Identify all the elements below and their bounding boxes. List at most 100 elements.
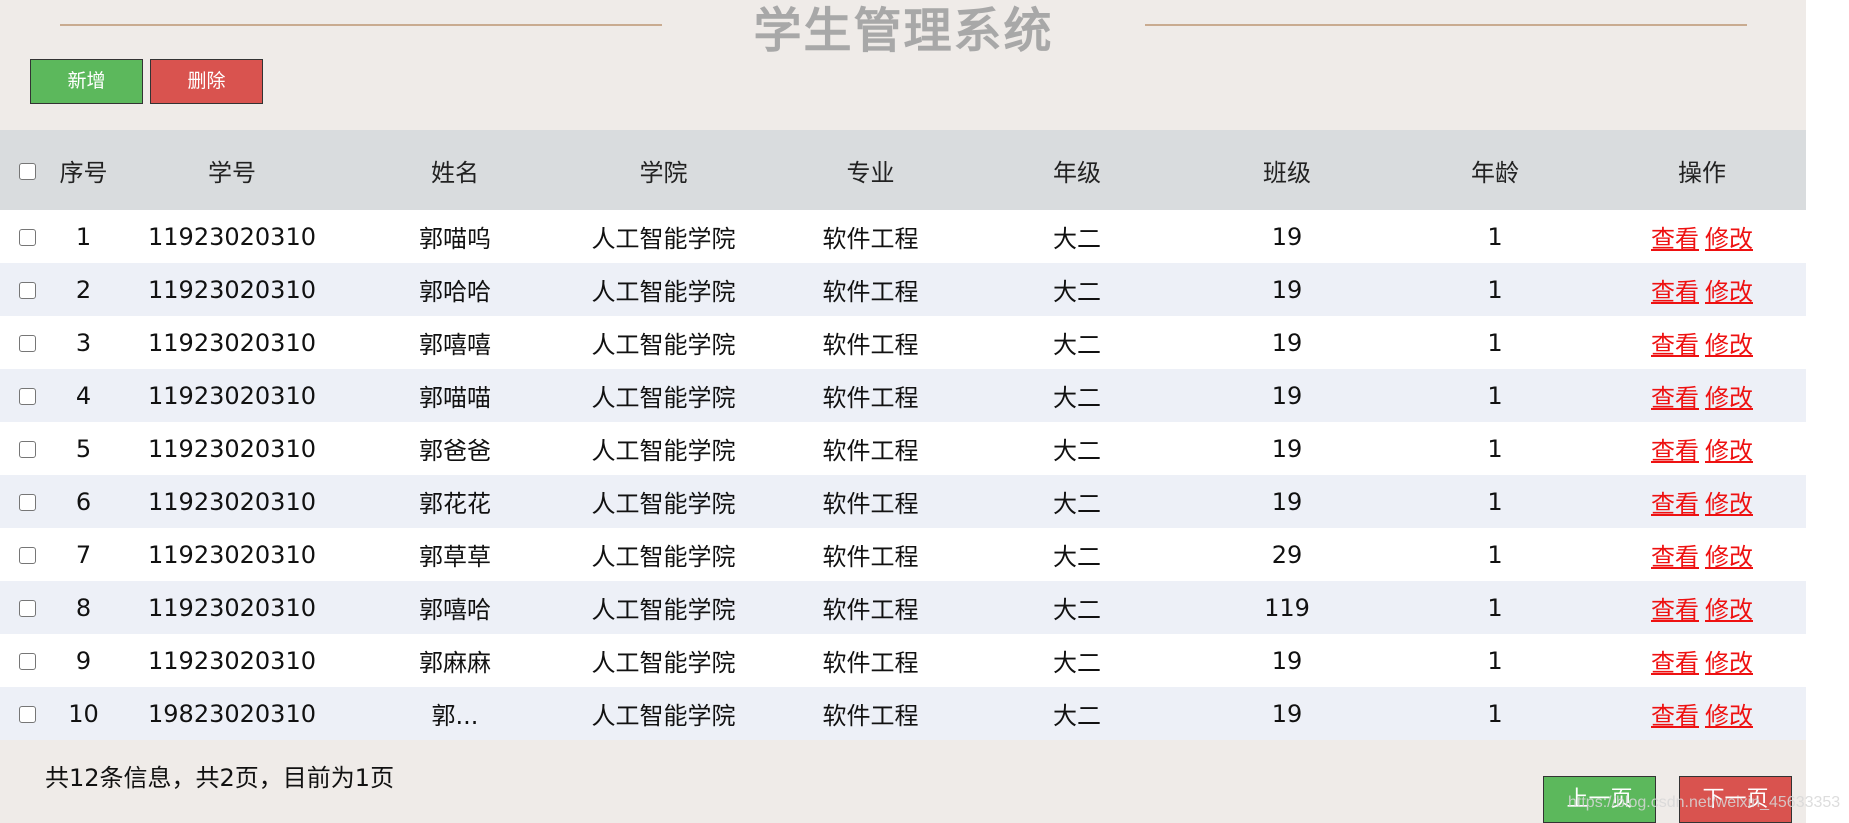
edit-link[interactable]: 修改 <box>1705 596 1753 624</box>
row-actions: 查看 修改 <box>1598 634 1806 687</box>
row-actions: 查看 修改 <box>1598 210 1806 263</box>
column-header-name: 姓名 <box>352 130 558 210</box>
row-actions: 查看 修改 <box>1598 369 1806 422</box>
row-class: 19 <box>1182 475 1392 528</box>
column-header-class: 班级 <box>1182 130 1392 210</box>
row-age: 1 <box>1392 369 1598 422</box>
select-all-cell <box>0 130 55 210</box>
row-college: 人工智能学院 <box>558 210 769 263</box>
row-college: 人工智能学院 <box>558 475 769 528</box>
row-checkbox[interactable] <box>19 229 36 246</box>
row-actions: 查看 修改 <box>1598 528 1806 581</box>
row-class: 19 <box>1182 369 1392 422</box>
row-actions: 查看 修改 <box>1598 581 1806 634</box>
row-student-id: 11923020310 <box>112 634 352 687</box>
row-checkbox[interactable] <box>19 653 36 670</box>
column-header-student-id: 学号 <box>112 130 352 210</box>
row-college: 人工智能学院 <box>558 528 769 581</box>
row-class: 19 <box>1182 316 1392 369</box>
edit-link[interactable]: 修改 <box>1705 331 1753 359</box>
row-age: 1 <box>1392 581 1598 634</box>
row-grade: 大二 <box>972 687 1182 740</box>
row-grade: 大二 <box>972 634 1182 687</box>
row-grade: 大二 <box>972 369 1182 422</box>
row-grade: 大二 <box>972 581 1182 634</box>
row-no: 8 <box>55 581 112 634</box>
view-link[interactable]: 查看 <box>1651 490 1699 518</box>
row-no: 7 <box>55 528 112 581</box>
row-major: 软件工程 <box>769 634 972 687</box>
edit-link[interactable]: 修改 <box>1705 384 1753 412</box>
edit-link[interactable]: 修改 <box>1705 437 1753 465</box>
row-actions: 查看 修改 <box>1598 422 1806 475</box>
table-row: 5 11923020310 郭爸爸 人工智能学院 软件工程 大二 19 1 查看… <box>0 422 1806 475</box>
edit-link[interactable]: 修改 <box>1705 490 1753 518</box>
column-header-no: 序号 <box>55 130 112 210</box>
row-checkbox[interactable] <box>19 335 36 352</box>
row-actions: 查看 修改 <box>1598 316 1806 369</box>
select-all-checkbox[interactable] <box>19 162 36 180</box>
row-major: 软件工程 <box>769 316 972 369</box>
view-link[interactable]: 查看 <box>1651 384 1699 412</box>
view-link[interactable]: 查看 <box>1651 649 1699 677</box>
row-grade: 大二 <box>972 316 1182 369</box>
table-header-row: 序号 学号 姓名 学院 专业 年级 班级 年龄 操作 <box>0 130 1806 210</box>
edit-link[interactable]: 修改 <box>1705 278 1753 306</box>
row-actions: 查看 修改 <box>1598 475 1806 528</box>
row-student-id: 19823020310 <box>112 687 352 740</box>
title-divider-left <box>60 24 662 26</box>
row-checkbox[interactable] <box>19 388 36 405</box>
edit-link[interactable]: 修改 <box>1705 543 1753 571</box>
row-student-id: 11923020310 <box>112 528 352 581</box>
row-class: 19 <box>1182 634 1392 687</box>
page-title: 学生管理系统 <box>753 3 1054 59</box>
row-checkbox[interactable] <box>19 441 36 458</box>
row-class: 119 <box>1182 581 1392 634</box>
row-checkbox[interactable] <box>19 547 36 564</box>
view-link[interactable]: 查看 <box>1651 543 1699 571</box>
row-checkbox[interactable] <box>19 494 36 511</box>
row-no: 4 <box>55 369 112 422</box>
watermark: https://blog.csdn.net/weixin_45633353 <box>1568 794 1841 811</box>
row-name: 郭麻麻 <box>352 634 558 687</box>
row-no: 1 <box>55 210 112 263</box>
view-link[interactable]: 查看 <box>1651 278 1699 306</box>
row-grade: 大二 <box>972 210 1182 263</box>
column-header-college: 学院 <box>558 130 769 210</box>
pagination-info: 共12条信息，共2页，目前为1页 <box>45 764 395 792</box>
row-name: 郭花花 <box>352 475 558 528</box>
delete-button[interactable]: 删除 <box>150 59 263 104</box>
row-name: 郭... <box>352 687 558 740</box>
row-major: 软件工程 <box>769 369 972 422</box>
row-name: 郭哈哈 <box>352 263 558 316</box>
row-college: 人工智能学院 <box>558 263 769 316</box>
edit-link[interactable]: 修改 <box>1705 702 1753 730</box>
row-age: 1 <box>1392 210 1598 263</box>
table-row: 7 11923020310 郭草草 人工智能学院 软件工程 大二 29 1 查看… <box>0 528 1806 581</box>
row-actions: 查看 修改 <box>1598 687 1806 740</box>
row-age: 1 <box>1392 475 1598 528</box>
row-no: 2 <box>55 263 112 316</box>
edit-link[interactable]: 修改 <box>1705 225 1753 253</box>
row-major: 软件工程 <box>769 263 972 316</box>
row-age: 1 <box>1392 263 1598 316</box>
edit-link[interactable]: 修改 <box>1705 649 1753 677</box>
row-student-id: 11923020310 <box>112 369 352 422</box>
row-major: 软件工程 <box>769 422 972 475</box>
view-link[interactable]: 查看 <box>1651 331 1699 359</box>
title-divider-right <box>1145 24 1747 26</box>
row-checkbox[interactable] <box>19 600 36 617</box>
add-button[interactable]: 新增 <box>30 59 143 104</box>
view-link[interactable]: 查看 <box>1651 225 1699 253</box>
column-header-actions: 操作 <box>1598 130 1806 210</box>
row-age: 1 <box>1392 528 1598 581</box>
row-age: 1 <box>1392 634 1598 687</box>
row-checkbox[interactable] <box>19 706 36 723</box>
row-checkbox[interactable] <box>19 282 36 299</box>
view-link[interactable]: 查看 <box>1651 596 1699 624</box>
row-major: 软件工程 <box>769 528 972 581</box>
view-link[interactable]: 查看 <box>1651 702 1699 730</box>
view-link[interactable]: 查看 <box>1651 437 1699 465</box>
row-no: 5 <box>55 422 112 475</box>
row-name: 郭嘻哈 <box>352 581 558 634</box>
